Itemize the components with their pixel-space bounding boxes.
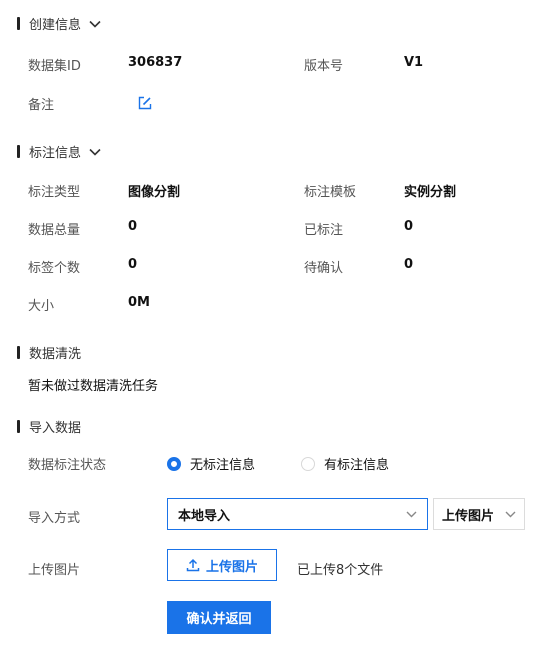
- chevron-down-icon[interactable]: [89, 20, 101, 28]
- data-total-label: 数据总量: [28, 223, 81, 238]
- section-annotation-info[interactable]: 标注信息: [17, 142, 101, 161]
- radio-has-annotation-label: 有标注信息: [324, 458, 390, 473]
- annotated-label: 已标注: [304, 223, 344, 238]
- radio-no-annotation-label: 无标注信息: [190, 458, 256, 473]
- section-marker: [17, 145, 20, 158]
- radio-selected-icon[interactable]: [167, 456, 181, 471]
- section-create-info[interactable]: 创建信息: [17, 14, 101, 33]
- chevron-down-icon: [505, 507, 516, 522]
- version-value: V1: [404, 55, 424, 70]
- radio-unselected-icon[interactable]: [301, 456, 315, 471]
- section-marker: [17, 17, 20, 30]
- annotated-value: 0: [404, 219, 414, 234]
- pending-value: 0: [404, 257, 414, 272]
- pending-label: 待确认: [304, 261, 344, 276]
- uploaded-files-text: 已上传8个文件: [297, 563, 384, 578]
- tag-count-label: 标签个数: [28, 261, 81, 276]
- section-marker: [17, 346, 20, 359]
- annotation-status-label: 数据标注状态: [28, 458, 107, 473]
- dataset-id-value: 306837: [128, 55, 183, 70]
- import-method-value: 本地导入: [178, 508, 231, 524]
- radio-no-annotation[interactable]: 无标注信息: [167, 454, 255, 473]
- chevron-down-icon[interactable]: [89, 148, 101, 156]
- chevron-down-icon: [406, 507, 417, 522]
- size-value: 0M: [128, 295, 150, 310]
- upload-type-select[interactable]: 上传图片: [433, 498, 525, 530]
- upload-type-value: 上传图片: [442, 508, 495, 524]
- section-title-import-data: 导入数据: [29, 421, 82, 436]
- annotation-type-value: 图像分割: [128, 185, 181, 200]
- annotation-template-value: 实例分割: [404, 185, 457, 200]
- import-method-select[interactable]: 本地导入: [167, 498, 428, 530]
- version-label: 版本号: [304, 59, 344, 74]
- size-label: 大小: [28, 299, 55, 314]
- upload-icon: [186, 558, 200, 572]
- upload-images-label: 上传图片: [28, 563, 81, 578]
- section-title-data-cleaning: 数据清洗: [29, 347, 82, 362]
- confirm-and-return-button[interactable]: 确认并返回: [167, 601, 271, 634]
- section-import-data: 导入数据: [17, 417, 81, 436]
- dataset-id-label: 数据集ID: [28, 59, 81, 74]
- tag-count-value: 0: [128, 257, 138, 272]
- section-title-create-info: 创建信息: [29, 18, 82, 33]
- data-cleaning-message: 暂未做过数据清洗任务: [28, 379, 159, 394]
- upload-images-button-label: 上传图片: [205, 559, 258, 575]
- edit-icon[interactable]: [138, 95, 152, 114]
- radio-has-annotation[interactable]: 有标注信息: [301, 454, 389, 473]
- import-method-label: 导入方式: [28, 511, 81, 526]
- data-total-value: 0: [128, 219, 138, 234]
- remark-label: 备注: [28, 98, 55, 113]
- section-data-cleaning: 数据清洗: [17, 343, 81, 362]
- annotation-template-label: 标注模板: [304, 185, 357, 200]
- annotation-type-label: 标注类型: [28, 185, 81, 200]
- upload-images-button[interactable]: 上传图片: [167, 549, 277, 581]
- section-marker: [17, 420, 20, 433]
- section-title-annotation-info: 标注信息: [29, 146, 82, 161]
